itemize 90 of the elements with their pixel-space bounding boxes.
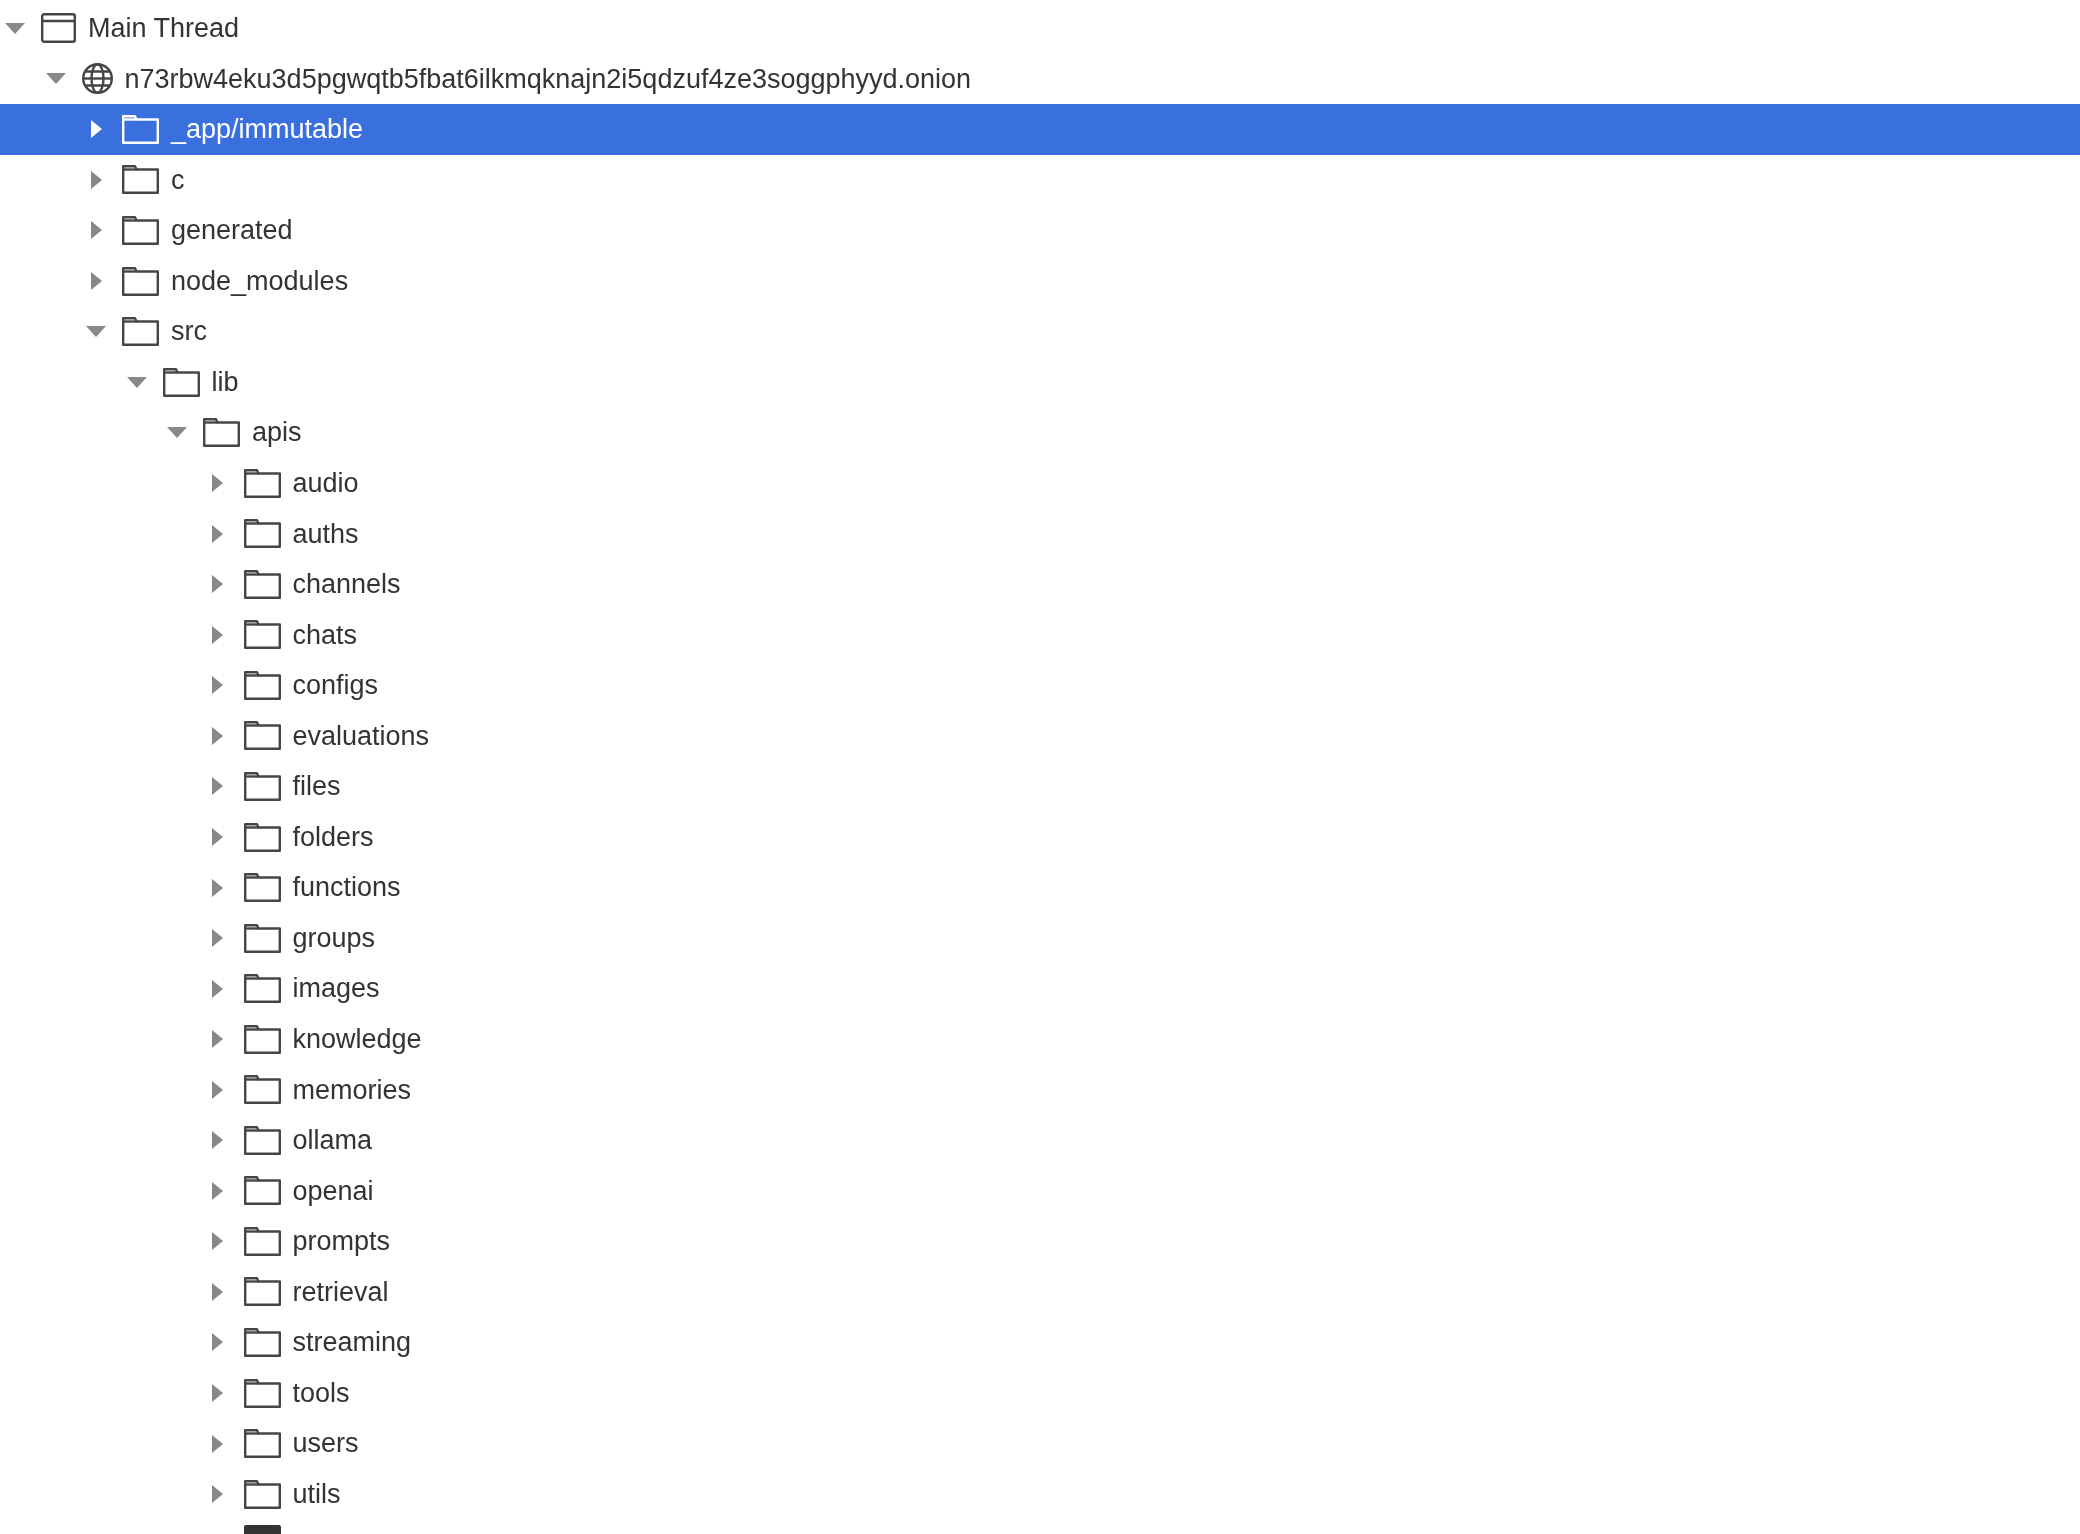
tree-item[interactable]: node_modules	[0, 255, 2080, 307]
folder-icon	[243, 620, 281, 650]
folder-icon	[243, 1277, 281, 1307]
folder-icon	[122, 317, 159, 347]
caret-right-icon[interactable]	[90, 272, 102, 290]
caret-right-icon[interactable]	[90, 221, 102, 240]
window-icon	[41, 13, 76, 44]
caret-right-icon[interactable]	[212, 979, 223, 998]
tree-item[interactable]: apis	[0, 407, 2080, 458]
tree-item[interactable]: channels	[0, 559, 2080, 610]
caret-right-icon[interactable]	[212, 524, 223, 543]
folder-icon	[243, 1328, 281, 1357]
folder-icon	[243, 1075, 281, 1105]
folder-icon	[162, 367, 200, 397]
caret-right-icon[interactable]	[212, 474, 223, 493]
caret-right-icon[interactable]	[212, 1030, 223, 1049]
folder-icon	[243, 519, 281, 549]
caret-right-icon[interactable]	[212, 1434, 223, 1453]
folder-icon	[243, 1378, 281, 1408]
tree-item[interactable]: Main Thread	[0, 3, 2080, 54]
tree-item[interactable]: users	[0, 1418, 2080, 1469]
folder-icon	[243, 1479, 281, 1509]
folder-icon	[243, 569, 281, 599]
folder-icon	[243, 670, 281, 700]
caret-right-icon[interactable]	[212, 1080, 223, 1099]
folder-icon	[122, 165, 159, 195]
caret-right-icon[interactable]	[212, 1181, 223, 1200]
caret-right-icon[interactable]	[212, 1333, 223, 1352]
folder-icon	[243, 1024, 281, 1054]
tree-item[interactable]: ollama	[0, 1115, 2080, 1166]
caret-down-icon[interactable]	[167, 427, 187, 439]
folder-icon	[243, 771, 281, 801]
tree-item[interactable]: _app/immutable	[0, 104, 2080, 155]
globe-icon	[81, 63, 113, 95]
folder-icon	[243, 923, 281, 953]
folder-icon	[243, 721, 281, 751]
tree-item[interactable]: knowledge	[0, 1013, 2080, 1065]
tree-item[interactable]: prompts	[0, 1216, 2080, 1267]
folder-icon	[243, 1125, 281, 1155]
folder-icon	[243, 468, 281, 498]
caret-down-icon[interactable]	[86, 326, 106, 338]
tree-item[interactable]: chats	[0, 609, 2080, 661]
folder-icon	[243, 873, 281, 903]
caret-right-icon[interactable]	[90, 120, 102, 139]
tree-item[interactable]: audio	[0, 457, 2080, 509]
caret-right-icon[interactable]	[212, 1232, 223, 1251]
tree-item[interactable]: functions	[0, 862, 2080, 913]
tree-item[interactable]: images	[0, 963, 2080, 1014]
caret-right-icon[interactable]	[212, 878, 223, 897]
tree-item[interactable]: evaluations	[0, 710, 2080, 762]
folder-icon	[243, 1176, 281, 1206]
caret-right-icon[interactable]	[212, 676, 223, 695]
caret-right-icon[interactable]	[212, 625, 223, 644]
caret-right-icon[interactable]	[212, 1131, 223, 1150]
caret-right-icon[interactable]	[90, 170, 102, 189]
folder-icon	[122, 215, 159, 245]
tree-item[interactable]: configs	[0, 660, 2080, 711]
caret-right-icon[interactable]	[212, 726, 223, 745]
tree-item[interactable]: memories	[0, 1064, 2080, 1116]
caret-right-icon[interactable]	[212, 1282, 223, 1301]
tree-item[interactable]: folders	[0, 811, 2080, 863]
folder-icon	[122, 266, 159, 296]
tree-item[interactable]: c	[0, 154, 2080, 206]
caret-right-icon[interactable]	[212, 777, 223, 796]
tree-item[interactable]: files	[0, 761, 2080, 812]
tree-item[interactable]: retrieval	[0, 1266, 2080, 1318]
tree-item[interactable]: utils	[0, 1468, 2080, 1520]
tree-item[interactable]: generated	[0, 205, 2080, 256]
caret-right-icon[interactable]	[212, 929, 223, 948]
tree-item[interactable]: n73rbw4eku3d5pgwqtb5fbat6ilkmqknajn2i5qdzuf4ze3soggphyyd.onion	[0, 53, 2080, 105]
folder-icon	[243, 1226, 281, 1256]
caret-right-icon[interactable]	[212, 1485, 223, 1504]
tree-item[interactable]: lib	[0, 356, 2080, 408]
caret-down-icon[interactable]	[5, 22, 25, 34]
caret-down-icon[interactable]	[45, 73, 66, 85]
tree-item[interactable]: tools	[0, 1367, 2080, 1419]
tree-item[interactable]: auths	[0, 508, 2080, 559]
folder-icon	[122, 114, 159, 144]
tree-item[interactable]: openai	[0, 1165, 2080, 1217]
folder-icon	[243, 974, 281, 1004]
folder-icon	[243, 1429, 281, 1459]
tree-item[interactable]: src	[0, 306, 2080, 357]
tree-item[interactable]: groups	[0, 912, 2080, 964]
folder-icon	[243, 822, 281, 852]
folder-icon	[203, 418, 240, 448]
caret-down-icon[interactable]	[126, 376, 147, 388]
caret-right-icon[interactable]	[212, 828, 223, 846]
caret-right-icon[interactable]	[212, 575, 223, 594]
caret-right-icon[interactable]	[212, 1384, 223, 1403]
tree-item[interactable]: streaming	[0, 1317, 2080, 1368]
